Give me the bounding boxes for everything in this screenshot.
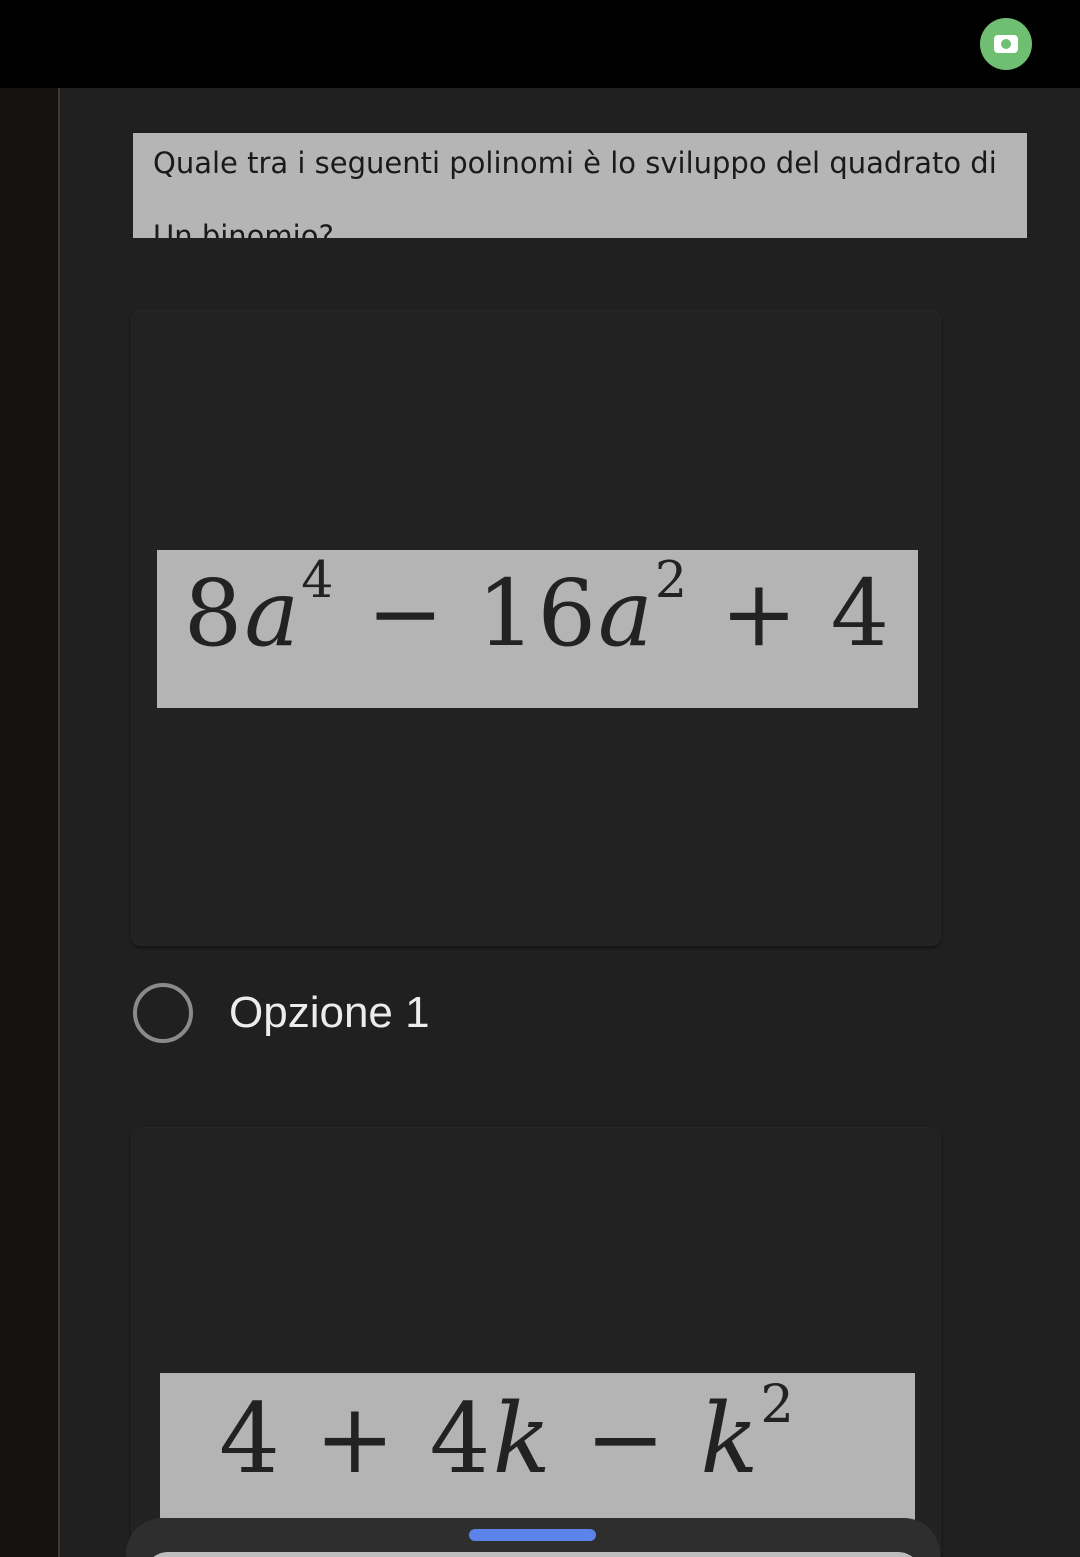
camera-icon <box>994 35 1018 53</box>
top-bar <box>0 0 1080 88</box>
option-1-radio-button[interactable] <box>133 983 193 1043</box>
sheet-content-preview <box>144 1552 922 1557</box>
camera-button[interactable] <box>980 18 1032 70</box>
question-image: Quale tra i seguenti polinomi è lo svilu… <box>133 133 1027 238</box>
option-1-card: 8a4 − 16a2 + 4 <box>131 310 941 946</box>
option-2-formula-image: 4 + 4k − k2 <box>160 1373 915 1533</box>
option-1-label: Opzione 1 <box>229 988 430 1037</box>
left-edge-divider <box>58 88 60 1557</box>
option-2-card: 4 + 4k − k2 <box>131 1127 941 1557</box>
sheet-drag-handle[interactable] <box>469 1529 596 1541</box>
option-1-formula-image: 8a4 − 16a2 + 4 <box>157 550 918 708</box>
option-1-radio-row[interactable]: Opzione 1 <box>133 982 430 1044</box>
option-1-formula: 8a4 − 16a2 + 4 <box>183 550 892 667</box>
option-2-formula: 4 + 4k − k2 <box>218 1373 797 1495</box>
question-text: Quale tra i seguenti polinomi è lo svilu… <box>153 133 1023 238</box>
left-edge-panel <box>0 88 58 1557</box>
question-line-2: Un binomio? <box>153 219 334 238</box>
question-line-1: Quale tra i seguenti polinomi è lo svilu… <box>153 146 997 180</box>
bottom-sheet[interactable] <box>126 1518 940 1557</box>
